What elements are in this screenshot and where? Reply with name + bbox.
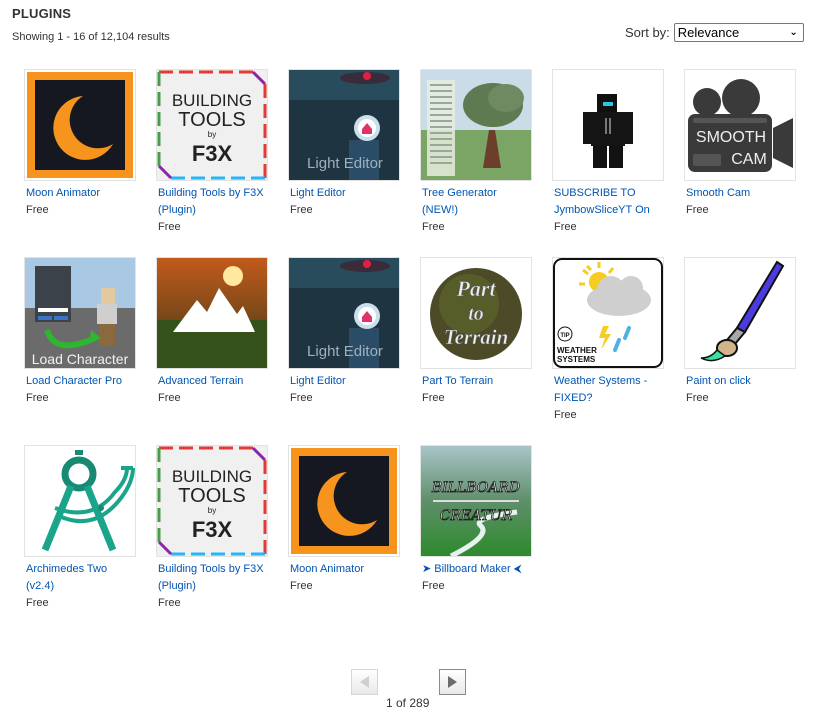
plugin-name[interactable]: ➤ Billboard Maker ⮜ — [420, 561, 532, 578]
svg-text:TOOLS: TOOLS — [178, 109, 245, 131]
plugin-name[interactable]: Light Editor — [288, 185, 400, 202]
plugin-price: Free — [158, 221, 181, 233]
page-indicator: 1 of 289 — [386, 696, 430, 710]
plugin-name[interactable]: SUBSCRIBE TO JymbowSliceYT On — [552, 185, 664, 219]
svg-text:Terrain: Terrain — [444, 325, 509, 349]
plugin-price: Free — [554, 221, 577, 233]
plugin-card[interactable]: SUBSCRIBE TO JymbowSliceYT On Free — [552, 69, 664, 236]
plugin-card[interactable]: Part to Terrain Part To Terrain Free — [420, 257, 532, 407]
plugin-name[interactable]: Light Editor — [288, 373, 400, 390]
svg-text:F3X: F3X — [192, 517, 233, 542]
plugin-card[interactable]: Light Editor Light Editor Free — [288, 257, 400, 407]
plugin-name[interactable]: Advanced Terrain — [156, 373, 268, 390]
plugin-price: Free — [290, 392, 313, 404]
svg-text:CREATUR: CREATUR — [440, 508, 513, 524]
building-tools-thumbnail[interactable]: BUILDING TOOLS by F3X — [156, 69, 268, 181]
results-count: Showing 1 - 16 of 12,104 results — [12, 31, 170, 43]
svg-text:Light Editor: Light Editor — [307, 155, 383, 172]
plugin-card[interactable]: Archimedes Two (v2.4) Free — [24, 445, 136, 612]
page-title: PLUGINS — [12, 6, 72, 21]
moon-animator-thumbnail[interactable] — [288, 445, 400, 557]
svg-text:to: to — [468, 303, 484, 325]
plugin-price: Free — [686, 204, 709, 216]
plugin-card[interactable]: BUILDING TOOLS by F3X Building Tools by … — [156, 69, 268, 236]
plugin-name[interactable]: Moon Animator — [24, 185, 136, 202]
previous-page-button[interactable] — [351, 669, 378, 695]
plugin-card[interactable]: Advanced Terrain Free — [156, 257, 268, 407]
plugin-card[interactable]: TIP WEATHER SYSTEMS Weather Systems - FI… — [552, 257, 664, 424]
arrow-left-icon — [360, 676, 369, 688]
plugin-price: Free — [26, 204, 49, 216]
plugin-price: Free — [26, 597, 49, 609]
advanced-terrain-thumbnail[interactable] — [156, 257, 268, 369]
svg-text:BUILDING: BUILDING — [172, 467, 252, 486]
svg-text:by: by — [208, 506, 216, 515]
smooth-cam-thumbnail[interactable]: SMOOTH CAM — [684, 69, 796, 181]
avatar-thumbnail[interactable] — [552, 69, 664, 181]
tree-generator-thumbnail[interactable] — [420, 69, 532, 181]
light-editor-thumbnail[interactable]: Light Editor — [288, 69, 400, 181]
svg-text:TIP: TIP — [560, 333, 569, 339]
plugin-name[interactable]: Smooth Cam — [684, 185, 796, 202]
moon-animator-thumbnail[interactable] — [24, 69, 136, 181]
building-tools-thumbnail[interactable]: BUILDING TOOLS by F3X — [156, 445, 268, 557]
plugin-name[interactable]: Moon Animator — [288, 561, 400, 578]
svg-text:Part: Part — [455, 276, 496, 301]
part-to-terrain-thumbnail[interactable]: Part to Terrain — [420, 257, 532, 369]
sort-select[interactable]: Relevance ⌄ — [673, 23, 804, 42]
svg-text:TOOLS: TOOLS — [178, 485, 245, 507]
sort-label: Sort by: — [625, 25, 670, 40]
svg-text:CAM: CAM — [731, 151, 767, 168]
plugin-name[interactable]: Weather Systems - FIXED? — [552, 373, 664, 407]
plugin-price: Free — [26, 392, 49, 404]
plugin-price: Free — [686, 392, 709, 404]
archimedes-compass-thumbnail[interactable] — [24, 445, 136, 557]
sort-selected-value: Relevance — [677, 25, 740, 40]
billboard-maker-thumbnail[interactable]: BILLBOARD CREATUR — [420, 445, 532, 557]
plugin-card[interactable]: Moon Animator Free — [288, 445, 400, 595]
svg-text:F3X: F3X — [192, 141, 233, 166]
paintbrush-thumbnail[interactable] — [684, 257, 796, 369]
pagination: 1 of 289 — [351, 669, 467, 717]
plugin-price: Free — [158, 392, 181, 404]
plugin-price: Free — [422, 392, 445, 404]
plugin-price: Free — [422, 580, 445, 592]
svg-text:Light Editor: Light Editor — [307, 343, 383, 360]
plugin-name[interactable]: Paint on click — [684, 373, 796, 390]
svg-text:SMOOTH: SMOOTH — [696, 129, 766, 146]
light-editor-thumbnail[interactable]: Light Editor — [288, 257, 400, 369]
plugin-name[interactable]: Archimedes Two (v2.4) — [24, 561, 136, 595]
plugin-card[interactable]: BUILDING TOOLS by F3X Building Tools by … — [156, 445, 268, 612]
plugin-card[interactable]: Light Editor Light Editor Free — [288, 69, 400, 219]
sort-control: Sort by: Relevance ⌄ — [625, 23, 804, 42]
plugin-name[interactable]: Load Character Pro — [24, 373, 136, 390]
plugin-price: Free — [158, 597, 181, 609]
plugin-card[interactable]: Paint on click Free — [684, 257, 796, 407]
plugin-price: Free — [554, 409, 577, 421]
svg-text:BUILDING: BUILDING — [172, 91, 252, 110]
plugin-card[interactable]: Moon Animator Free — [24, 69, 136, 219]
plugin-name[interactable]: Building Tools by F3X (Plugin) — [156, 561, 268, 595]
plugin-price: Free — [422, 221, 445, 233]
svg-text:BILLBOARD: BILLBOARD — [431, 480, 520, 496]
plugin-card[interactable]: SMOOTH CAM Smooth Cam Free — [684, 69, 796, 219]
plugin-name[interactable]: Tree Generator (NEW!) — [420, 185, 532, 219]
plugin-name[interactable]: Part To Terrain — [420, 373, 532, 390]
plugin-name[interactable]: Building Tools by F3X (Plugin) — [156, 185, 268, 219]
chevron-down-icon: ⌄ — [789, 27, 798, 38]
plugin-price: Free — [290, 204, 313, 216]
load-character-thumbnail[interactable]: Load Character — [24, 257, 136, 369]
plugin-card[interactable]: Load Character Load Character Pro Free — [24, 257, 136, 407]
next-page-button[interactable] — [439, 669, 466, 695]
svg-text:SYSTEMS: SYSTEMS — [557, 355, 596, 364]
svg-text:by: by — [208, 130, 216, 139]
plugin-card[interactable]: Tree Generator (NEW!) Free — [420, 69, 532, 236]
weather-systems-thumbnail[interactable]: TIP WEATHER SYSTEMS — [552, 257, 664, 369]
plugin-price: Free — [290, 580, 313, 592]
svg-text:WEATHER: WEATHER — [557, 346, 597, 355]
svg-text:Load Character: Load Character — [32, 351, 129, 367]
arrow-right-icon — [448, 676, 457, 688]
plugin-card[interactable]: BILLBOARD CREATUR ➤ Billboard Maker ⮜ Fr… — [420, 445, 532, 595]
